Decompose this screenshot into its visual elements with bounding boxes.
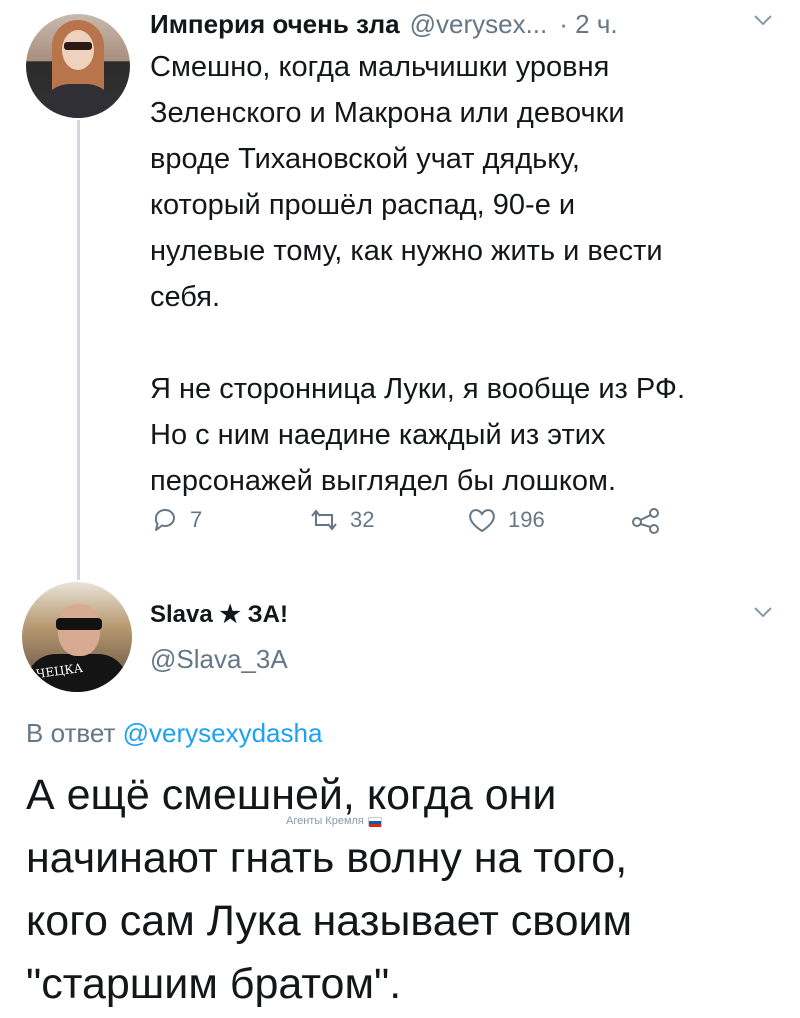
tweet-line: Я не сторонница Луки, я вообще из РФ. xyxy=(150,373,686,405)
tweet-line: Смешно, когда мальчишки уровня xyxy=(150,51,610,83)
tweet-line: А ещё смешней, когда они xyxy=(26,771,557,819)
reply-icon xyxy=(154,508,175,531)
tweet-line: нулевые тому, как нужно жить и вести xyxy=(150,235,663,267)
reply-prefix: В ответ xyxy=(26,718,116,748)
tweet-line: персонажей выглядел бы лошком. xyxy=(150,465,617,497)
display-name[interactable]: Империя очень зла xyxy=(150,9,400,40)
tweet-header: Империя очень зла @verysex... · 2 ч. xyxy=(150,4,780,44)
avatar[interactable]: ЧЕЦКА xyxy=(22,582,132,692)
reply-context: В ответ @verysexydasha xyxy=(26,718,322,749)
like-icon xyxy=(469,509,495,533)
reply-mention-link[interactable]: @verysexydasha xyxy=(123,718,323,748)
retweet-count: 32 xyxy=(350,507,375,532)
chevron-down-icon[interactable] xyxy=(752,12,774,28)
avatar-face xyxy=(62,30,94,70)
share-button[interactable] xyxy=(630,500,662,540)
russia-flag-icon xyxy=(367,816,382,827)
like-button[interactable]: 196 xyxy=(466,500,545,540)
watermark-text: Агенты Кремля xyxy=(286,815,364,827)
avatar-body xyxy=(40,84,116,118)
reply-button[interactable]: 7 xyxy=(150,500,202,540)
tweet-text: Смешно, когда мальчишки уровня Зеленског… xyxy=(150,44,790,504)
avatar-sunglasses xyxy=(56,618,102,630)
user-handle[interactable]: @verysex... xyxy=(410,9,548,40)
tweet-line: который прошёл распад, 90-е и xyxy=(150,189,576,221)
tweet-line: "старшим братом". xyxy=(26,960,402,1008)
tweet-text: А ещё смешней, когда они начинают гнать … xyxy=(26,764,786,1016)
tweet-line: себя. xyxy=(150,281,221,313)
tweet-line: кого сам Лука называет своим xyxy=(26,897,633,945)
display-name[interactable]: Slava ★ ЗА! xyxy=(150,600,288,629)
like-count: 196 xyxy=(508,507,545,532)
avatar-glasses xyxy=(64,42,92,50)
avatar[interactable] xyxy=(26,14,130,118)
watermark: Агенты Кремля xyxy=(286,815,382,827)
tweet-line: начинают гнать волну на того, xyxy=(26,834,628,882)
thread-line xyxy=(77,120,80,580)
tweet-line: Зеленского и Макрона или девочки xyxy=(150,97,625,129)
avatar-face xyxy=(58,604,100,656)
reply-count: 7 xyxy=(190,507,203,532)
timestamp[interactable]: · 2 ч. xyxy=(559,9,617,40)
share-icon xyxy=(632,508,659,534)
tweet-actions: 7 32 196 xyxy=(150,500,670,540)
tweet-line: вроде Тихановской учат дядьку, xyxy=(150,143,580,175)
user-handle[interactable]: @Slava_3A xyxy=(150,644,288,675)
tweet-line: Но с ним наедине каждый из этих xyxy=(150,419,606,451)
chevron-down-icon[interactable] xyxy=(752,604,774,620)
retweet-button[interactable]: 32 xyxy=(308,500,374,540)
retweet-icon xyxy=(311,509,337,531)
